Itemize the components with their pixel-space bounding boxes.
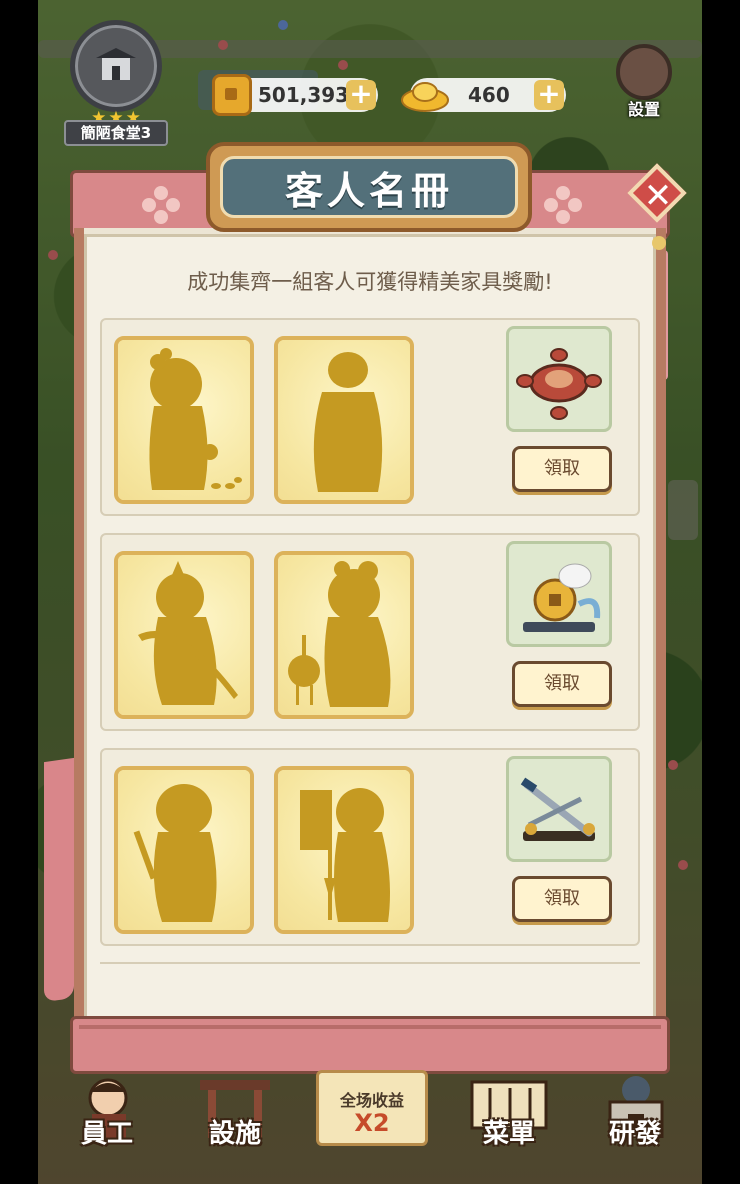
restaurant-house-icon (96, 48, 136, 80)
gear-icon (616, 44, 672, 100)
guest-silhouette-swordsman (133, 784, 217, 922)
guest-card-locked[interactable] (114, 551, 254, 719)
guest-card-locked[interactable] (274, 551, 414, 719)
sword-rack-icon (520, 777, 595, 841)
reward-item (506, 541, 612, 647)
guest-card-locked[interactable] (114, 766, 254, 934)
gold-ingot-icon (401, 82, 449, 112)
guest-silhouette-scholar (313, 352, 383, 492)
guest-silhouette-banner-bearer (300, 788, 390, 922)
guest-silhouette-archer (138, 561, 238, 705)
guest-group-row: 領取 (100, 318, 640, 516)
settings-label: 設置 (627, 100, 660, 119)
coin-counter: 501,393 + (212, 74, 378, 116)
gold-counter: 460 + (401, 78, 566, 112)
flower-pattern-icon (142, 186, 180, 224)
guest-group-row-partial (100, 962, 640, 984)
reward-item (506, 326, 612, 432)
claim-button[interactable]: 領取 (512, 446, 612, 492)
nav-staff[interactable]: 員工 (52, 1070, 162, 1184)
restaurant-level-badge[interactable]: ★★★ 簡陋食堂3 (64, 20, 168, 146)
coin-amount: 501,393 (258, 83, 350, 107)
guest-card-locked[interactable] (274, 766, 414, 934)
dialog-title: 客人名冊 (284, 168, 453, 213)
guest-card-locked[interactable] (274, 336, 414, 504)
copper-coin-icon (212, 74, 252, 116)
reward-item (506, 756, 612, 862)
claim-button[interactable]: 領取 (512, 876, 612, 922)
guest-group-row: 領取 (100, 533, 640, 731)
nav-research[interactable]: 研發 (580, 1070, 690, 1184)
nav-menu-label: 菜單 (482, 1119, 535, 1149)
boost-multiplier: X2 (354, 1109, 390, 1137)
guest-silhouette-lady (149, 348, 242, 490)
flower-pattern-icon (544, 186, 582, 224)
scroll-ribbon-left (44, 757, 74, 1003)
nav-staff-label: 員工 (80, 1119, 133, 1149)
guest-group-row: 領取 (100, 748, 640, 946)
boost-text: 全场收益 (339, 1091, 404, 1110)
claim-button[interactable]: 領取 (512, 661, 612, 707)
restaurant-name: 簡陋食堂3 (64, 120, 168, 146)
nav-menu[interactable]: 菜單 (454, 1070, 564, 1184)
dialog-subtitle: 成功集齊一組客人可獲得精美家具獎勵! (187, 270, 553, 294)
gold-amount: 460 (468, 83, 510, 107)
close-button[interactable]: ✕ (627, 163, 687, 250)
add-gold-button[interactable]: + (534, 80, 564, 110)
income-boost-button[interactable]: 全场收益 X2 (316, 1070, 428, 1146)
close-icon: ✕ (643, 176, 673, 216)
nav-facilities[interactable]: 設施 (180, 1070, 290, 1184)
lucky-coin-rabbit-decor-icon (523, 563, 601, 632)
add-coins-button[interactable]: + (346, 80, 376, 110)
nav-facilities-label: 設施 (208, 1119, 261, 1149)
scroll-bottom-rod (70, 1016, 670, 1074)
nav-research-label: 研發 (608, 1119, 661, 1149)
dialog-title-plaque: 客人名冊 (206, 142, 532, 232)
guest-card-locked[interactable] (114, 336, 254, 504)
guest-silhouette-lantern-girl (288, 561, 391, 707)
round-table-set-icon (516, 348, 602, 420)
settings-button[interactable]: 設置 (612, 44, 676, 119)
